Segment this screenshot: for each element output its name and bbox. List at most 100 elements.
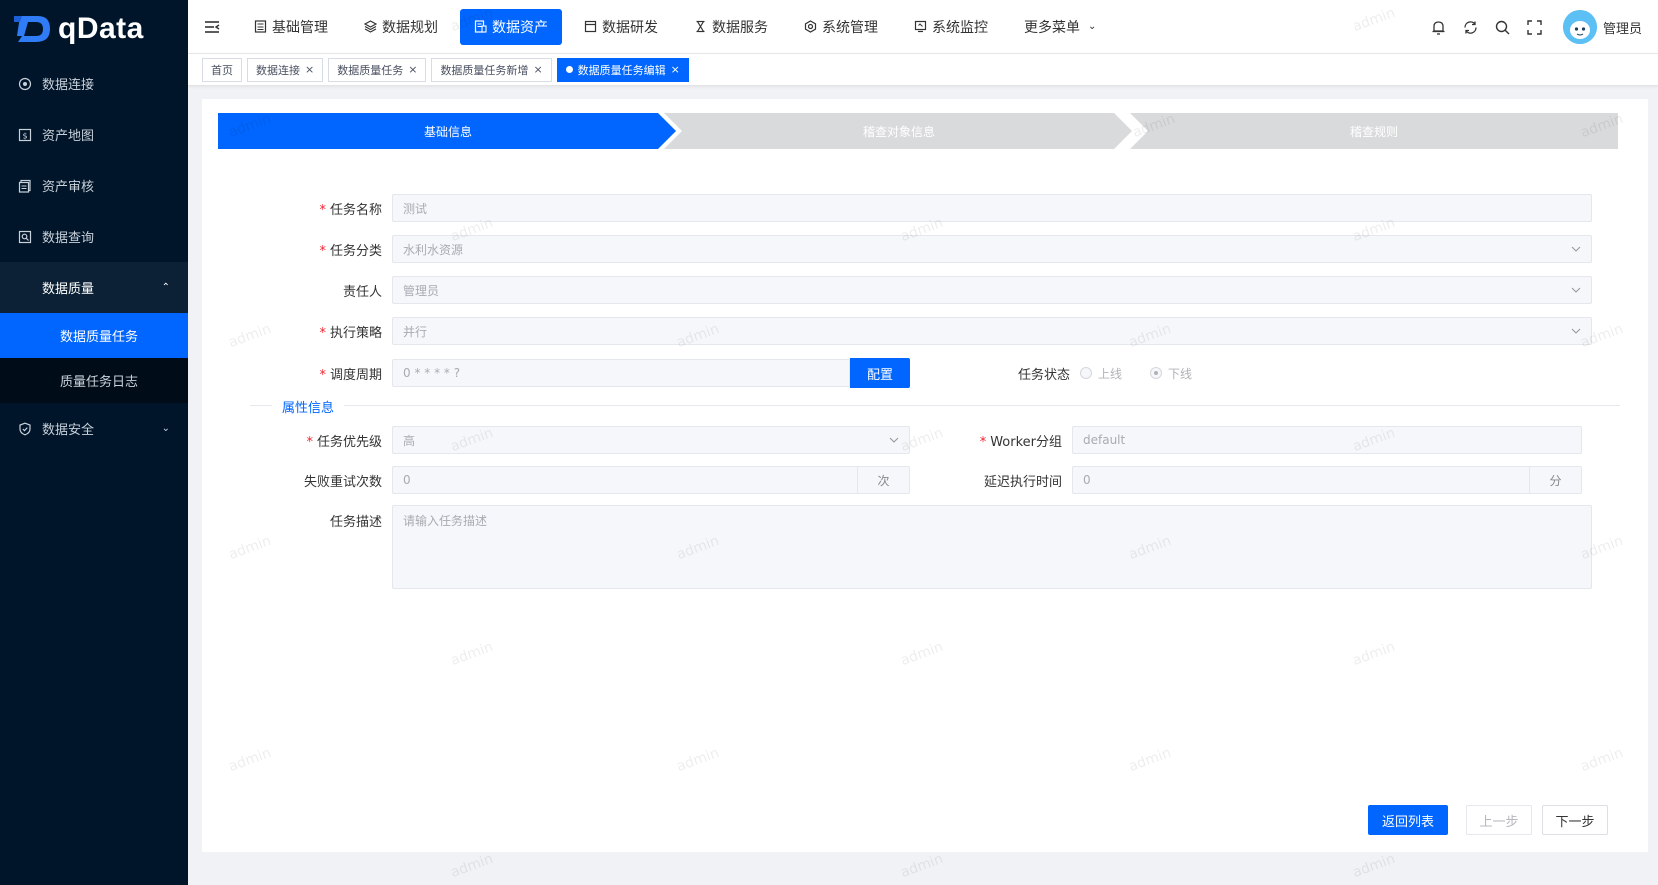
tag-quality-task-add[interactable]: 数据质量任务新增 × bbox=[431, 57, 552, 82]
sidebar-item-label: 数据连接 bbox=[42, 78, 95, 93]
field-label: 延迟执行时间 bbox=[983, 474, 1062, 490]
section-divider bbox=[250, 405, 1620, 406]
sidebar-item-data-security[interactable]: 数据安全 ⌄ bbox=[0, 403, 188, 454]
sidebar-item-label: 数据质量 bbox=[42, 282, 95, 297]
form-row-strategy: * 执行策略 并行 bbox=[202, 317, 1592, 345]
field-label: 责任人 bbox=[342, 284, 382, 300]
tag-quality-task-edit[interactable]: 数据质量任务编辑 × bbox=[556, 57, 689, 82]
sidebar-subitem-quality-task[interactable]: 数据质量任务 bbox=[0, 313, 188, 358]
top-tools: 管理员 bbox=[1423, 0, 1658, 54]
watermark: admin bbox=[1350, 850, 1398, 882]
calculator-icon bbox=[254, 20, 267, 33]
sidebar-item-label: 资产审核 bbox=[42, 180, 95, 195]
tag-home[interactable]: 首页 bbox=[202, 57, 242, 82]
nav-item-planning[interactable]: 数据规划 bbox=[350, 9, 452, 45]
nav-item-more[interactable]: 更多菜单 ⌄ bbox=[1010, 9, 1110, 45]
retry-count-input[interactable]: 0次 bbox=[392, 466, 910, 494]
step-basic-info[interactable]: 基础信息 bbox=[218, 113, 678, 149]
nav-item-label: 数据研发 bbox=[602, 19, 658, 36]
sidebar-item-data-query[interactable]: 数据查询 bbox=[0, 211, 188, 262]
nav-item-label: 数据规划 bbox=[382, 19, 438, 36]
nav-item-label: 系统管理 bbox=[822, 19, 878, 36]
close-icon[interactable]: × bbox=[305, 63, 314, 76]
fullscreen-icon[interactable] bbox=[1519, 19, 1551, 36]
sidebar-item-data-connection[interactable]: 数据连接 bbox=[0, 58, 188, 109]
owner-select[interactable]: 管理员 bbox=[392, 276, 1592, 304]
unit-suffix: 次 bbox=[857, 467, 909, 493]
form-card: 基础信息 稽查对象信息 稽查规则 * 任务名称 测试 * 任务分类 水利水资源 责任… bbox=[202, 99, 1648, 852]
next-step-button[interactable]: 下一步 bbox=[1542, 805, 1608, 835]
nav-item-service[interactable]: 数据服务 bbox=[680, 9, 782, 45]
nav-item-system[interactable]: 系统管理 bbox=[790, 9, 892, 45]
nav-item-dev[interactable]: 数据研发 bbox=[570, 9, 672, 45]
step-rules[interactable]: 稽查规则 bbox=[1130, 113, 1618, 149]
form-row-owner: 责任人 管理员 bbox=[202, 276, 1592, 304]
close-icon[interactable]: × bbox=[533, 63, 542, 76]
sidebar-item-label: 资产地图 bbox=[42, 129, 95, 144]
status-radio-online[interactable]: 上线 bbox=[1080, 365, 1122, 382]
tag-data-connection[interactable]: 数据连接 × bbox=[247, 57, 324, 82]
menu-toggle-icon[interactable] bbox=[188, 20, 236, 34]
sidebar-item-asset-audit[interactable]: 资产审核 bbox=[0, 160, 188, 211]
top-navbar: 基础管理 数据规划 数据资产 数据研发 数据服务 系统管理 系统监控 更多菜单 bbox=[188, 0, 1658, 54]
unit-suffix: 分 bbox=[1529, 467, 1581, 493]
section-title: 属性信息 bbox=[272, 397, 345, 416]
strategy-select[interactable]: 并行 bbox=[392, 317, 1592, 345]
tag-label: 首页 bbox=[211, 63, 233, 77]
nav-item-label: 数据资产 bbox=[492, 19, 548, 36]
sidebar-subitem-quality-log[interactable]: 质量任务日志 bbox=[0, 358, 188, 403]
status-radio-offline[interactable]: 下线 bbox=[1150, 365, 1192, 382]
sidebar-menu: 数据连接 $ 资产地图 资产审核 数据查询 数据质量 ⌃ 数据质量任务 质量任务… bbox=[0, 58, 188, 454]
field-label: 任务状态 bbox=[1017, 367, 1070, 383]
user-name[interactable]: 管理员 bbox=[1603, 18, 1642, 37]
back-to-list-button[interactable]: 返回列表 bbox=[1368, 805, 1448, 835]
search-icon[interactable] bbox=[1487, 19, 1519, 36]
asset-map-icon: $ bbox=[18, 128, 32, 142]
sidebar-item-data-quality[interactable]: 数据质量 ⌃ bbox=[0, 262, 188, 313]
chevron-down-icon bbox=[1571, 287, 1581, 293]
close-icon[interactable]: × bbox=[408, 63, 417, 76]
avatar[interactable] bbox=[1562, 10, 1597, 44]
step-label: 稽查对象信息 bbox=[862, 124, 935, 139]
radio-selected-icon bbox=[1150, 367, 1163, 379]
step-label: 基础信息 bbox=[423, 124, 472, 139]
app-logo[interactable]: qData bbox=[0, 0, 188, 58]
audit-icon bbox=[18, 179, 32, 193]
schedule-cron-input[interactable]: 0 * * * * ? bbox=[392, 359, 850, 387]
step-object-info[interactable]: 稽查对象信息 bbox=[664, 113, 1134, 149]
tag-label: 数据质量任务编辑 bbox=[577, 63, 666, 77]
sidebar: qData 数据连接 $ 资产地图 资产审核 数据查询 数据质量 ⌃ 数据质量任… bbox=[0, 0, 188, 885]
config-cron-button[interactable]: 配置 bbox=[850, 358, 910, 388]
nav-item-basic[interactable]: 基础管理 bbox=[240, 9, 342, 45]
task-name-input[interactable]: 测试 bbox=[392, 194, 1592, 222]
nav-item-label: 基础管理 bbox=[272, 19, 328, 36]
target-icon bbox=[18, 77, 32, 91]
sidebar-submenu: 数据质量任务 质量任务日志 bbox=[0, 313, 188, 403]
nav-item-assets[interactable]: 数据资产 bbox=[460, 8, 562, 45]
worker-group-input[interactable]: default bbox=[1072, 426, 1582, 454]
tags-view: 首页 数据连接 × 数据质量任务 × 数据质量任务新增 × 数据质量任务编辑 × bbox=[188, 54, 1658, 86]
tag-label: 数据质量任务 bbox=[337, 63, 404, 77]
refresh-icon[interactable] bbox=[1455, 19, 1487, 36]
shield-icon bbox=[18, 422, 32, 436]
field-label: 任务描述 bbox=[329, 515, 382, 530]
query-icon bbox=[18, 230, 32, 244]
task-category-select[interactable]: 水利水资源 bbox=[392, 235, 1592, 263]
nav-item-label: 数据服务 bbox=[712, 19, 768, 36]
form-row-description: 任务描述 请输入任务描述 bbox=[202, 505, 1592, 589]
field-label: * 任务优先级 bbox=[306, 434, 382, 450]
delay-time-input[interactable]: 0分 bbox=[1072, 466, 1582, 494]
prev-step-button[interactable]: 上一步 bbox=[1466, 805, 1532, 835]
nav-item-monitor[interactable]: 系统监控 bbox=[900, 9, 1002, 45]
field-label: * 执行策略 bbox=[319, 325, 382, 341]
top-nav: 基础管理 数据规划 数据资产 数据研发 数据服务 系统管理 系统监控 更多菜单 bbox=[236, 0, 1114, 54]
sidebar-item-asset-map[interactable]: $ 资产地图 bbox=[0, 109, 188, 160]
tag-label: 数据连接 bbox=[256, 63, 300, 77]
priority-select[interactable]: 高 bbox=[392, 426, 910, 454]
nav-item-label: 更多菜单 bbox=[1024, 19, 1080, 36]
close-icon[interactable]: × bbox=[671, 63, 680, 76]
description-textarea[interactable]: 请输入任务描述 bbox=[392, 505, 1592, 589]
watermark: admin bbox=[448, 850, 496, 882]
bell-icon[interactable] bbox=[1423, 19, 1455, 36]
tag-quality-task[interactable]: 数据质量任务 × bbox=[328, 57, 427, 82]
